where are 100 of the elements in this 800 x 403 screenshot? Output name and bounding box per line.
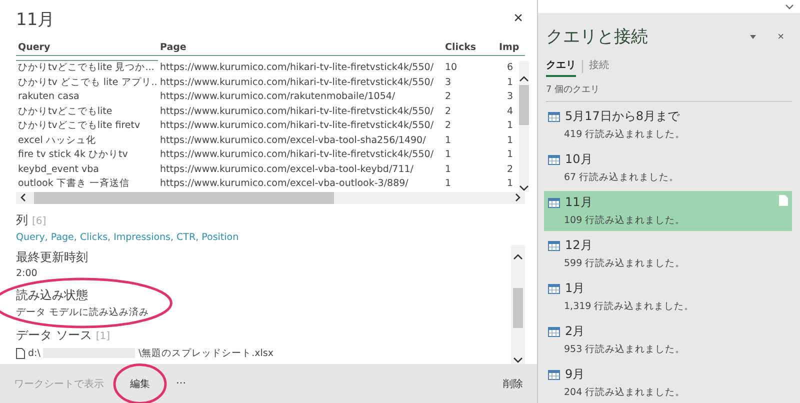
dropdown-field[interactable]: [538, 0, 800, 13]
pane-tab[interactable]: 接続: [589, 56, 609, 77]
detail-heading: 最終更新時刻: [16, 248, 88, 266]
column-header: Query: [16, 40, 158, 56]
table-cell-text: 1: [506, 134, 514, 148]
table-cell-text: 1: [444, 177, 452, 191]
query-name: 11月: [565, 194, 592, 211]
query-item[interactable]: 5月17日から8月まで 419 行読み込まれました。: [544, 105, 792, 145]
vertical-scrollbar[interactable]: [511, 244, 525, 364]
dialog-title: 11月: [16, 8, 55, 30]
query-item[interactable]: 9月 204 行読み込まれました。: [544, 363, 792, 403]
table-cell-text: 4: [506, 104, 514, 118]
query-count: 7 個のクエリ: [546, 83, 792, 102]
scroll-up-icon[interactable]: [519, 75, 529, 83]
scroll-down-icon[interactable]: [513, 356, 523, 364]
query-name: 5月17日から8月まで: [565, 108, 680, 125]
vertical-scrollbar[interactable]: [519, 61, 529, 192]
scroll-up-icon[interactable]: [513, 252, 523, 260]
more-button[interactable]: ⋯: [176, 374, 186, 393]
table-icon: [548, 326, 560, 336]
comma: ,: [74, 232, 77, 242]
table-cell-text: 6: [506, 61, 514, 75]
column-header: Imp: [497, 40, 525, 56]
query-name: 1月: [565, 280, 585, 297]
scrollbar-thumb[interactable]: [34, 192, 334, 204]
column-link[interactable]: CTR: [176, 232, 196, 242]
scrollbar-thumb[interactable]: [519, 85, 529, 125]
table-icon: [548, 240, 560, 250]
horizontal-scrollbar[interactable]: [16, 192, 525, 204]
query-rows: 419 行読み込まれました。: [564, 128, 788, 141]
query-name: 9月: [565, 366, 585, 383]
pane-tab[interactable]: クエリ: [546, 56, 576, 77]
caret-icon[interactable]: [750, 34, 756, 38]
scroll-right-icon[interactable]: [515, 193, 521, 202]
table-cell-text: ひかりtvどこでもlite firetv: [17, 119, 142, 133]
table-cell-text: https://www.kurumico.com/rakutenmobaile/1054/: [159, 90, 396, 104]
file-icon: [16, 348, 25, 358]
source-count: [1]: [96, 330, 110, 342]
query-rows: 1,319 行読み込まれました。: [564, 300, 788, 313]
column-header: Clicks: [443, 40, 497, 56]
table-cell-text: ひかりtvどこでもlite: [17, 104, 114, 118]
table-cell-text: https://www.kurumico.com/excel-vba-tool-sha256/1490/: [159, 134, 427, 148]
close-button[interactable]: ×: [512, 10, 525, 28]
detail-heading: 読み込み状態: [16, 286, 88, 304]
query-rows: 953 行読み込まれました。: [564, 343, 788, 356]
table-cell-text: 2: [444, 119, 452, 133]
table-cell-text: 2: [444, 104, 452, 118]
query-item[interactable]: 1月 1,319 行読み込まれました。: [544, 277, 792, 317]
column-link[interactable]: Query: [16, 232, 45, 242]
detail-heading: データ ソース: [16, 326, 92, 344]
close-button[interactable]: ×: [772, 30, 790, 42]
detail-value: 2:00: [16, 268, 38, 278]
scroll-left-icon[interactable]: [20, 193, 26, 202]
query-item[interactable]: 12月 599 行読み込まれました。: [544, 234, 792, 274]
table-cell-text: 1: [506, 177, 514, 191]
chevron-down-icon[interactable]: [785, 4, 794, 10]
table-cell-text: keybd_event vba: [17, 162, 100, 176]
scroll-down-icon[interactable]: [519, 184, 529, 192]
comma: ,: [108, 232, 111, 242]
table-cell-text: 10: [444, 61, 458, 75]
comma: ,: [196, 232, 199, 242]
table-cell-text: 3: [506, 90, 514, 104]
column-header: Page: [158, 40, 443, 56]
delete-button[interactable]: 削除: [503, 372, 523, 394]
pane-title: クエリと接続: [546, 26, 649, 48]
table-icon: [548, 154, 560, 164]
table-cell-text: 2: [506, 162, 514, 176]
column-link[interactable]: Page: [50, 232, 74, 242]
table-cell-text: 1: [444, 134, 452, 148]
section-heading: 列: [16, 212, 28, 228]
query-name: 10月: [565, 151, 592, 168]
query-rows: 599 行読み込まれました。: [564, 257, 788, 270]
column-link[interactable]: Clicks: [80, 232, 108, 242]
table-cell-text: excel ハッシュ化: [17, 134, 97, 148]
query-item[interactable]: 2月 953 行読み込まれました。: [544, 320, 792, 360]
table-cell-text: https://www.kurumico.com/excel-vba-outlook-3/889/: [159, 177, 410, 191]
scrollbar-thumb[interactable]: [513, 288, 523, 328]
table-cell-text: 1: [506, 148, 514, 162]
query-item[interactable]: 11月 109 行読み込まれました。: [544, 191, 792, 231]
table-cell-text: 2: [444, 90, 452, 104]
table-cell-text: 1: [444, 148, 452, 162]
query-item[interactable]: 10月 67 行読み込まれました。: [544, 148, 792, 188]
column-link[interactable]: Position: [202, 232, 239, 242]
file-path: d:\: [28, 348, 40, 358]
table-cell-text: https://www.kurumico.com/hikari-tv-lite-firetvstick4k/550/: [159, 61, 435, 75]
query-name: 12月: [565, 237, 592, 254]
query-rows: 204 行読み込まれました。: [564, 386, 788, 399]
column-link[interactable]: Impressions: [114, 232, 171, 242]
table-cell-text: outlook 下書き 一斉送信: [17, 177, 130, 191]
table-cell-text: 1: [506, 76, 514, 90]
detail-value: データ モデルに読み込み済み: [16, 306, 150, 318]
table-cell-text: ひかりtvどこでもlite 見つか...: [17, 61, 156, 75]
query-rows: 109 行読み込まれました。: [564, 214, 788, 227]
query-name: 2月: [565, 323, 585, 340]
comma: ,: [44, 232, 48, 242]
table-cell-text: 1: [444, 162, 452, 176]
table-icon: [548, 284, 560, 294]
table-cell-text: https://www.kurumico.com/hikari-tv-lite-firetvstick4k/550/: [159, 76, 435, 90]
table-cell-text: https://www.kurumico.com/excel-vba-tool-keybd/711/: [159, 162, 414, 176]
table-cell-text: https://www.kurumico.com/hikari-tv-lite-firetvstick4k/550/: [159, 148, 435, 162]
